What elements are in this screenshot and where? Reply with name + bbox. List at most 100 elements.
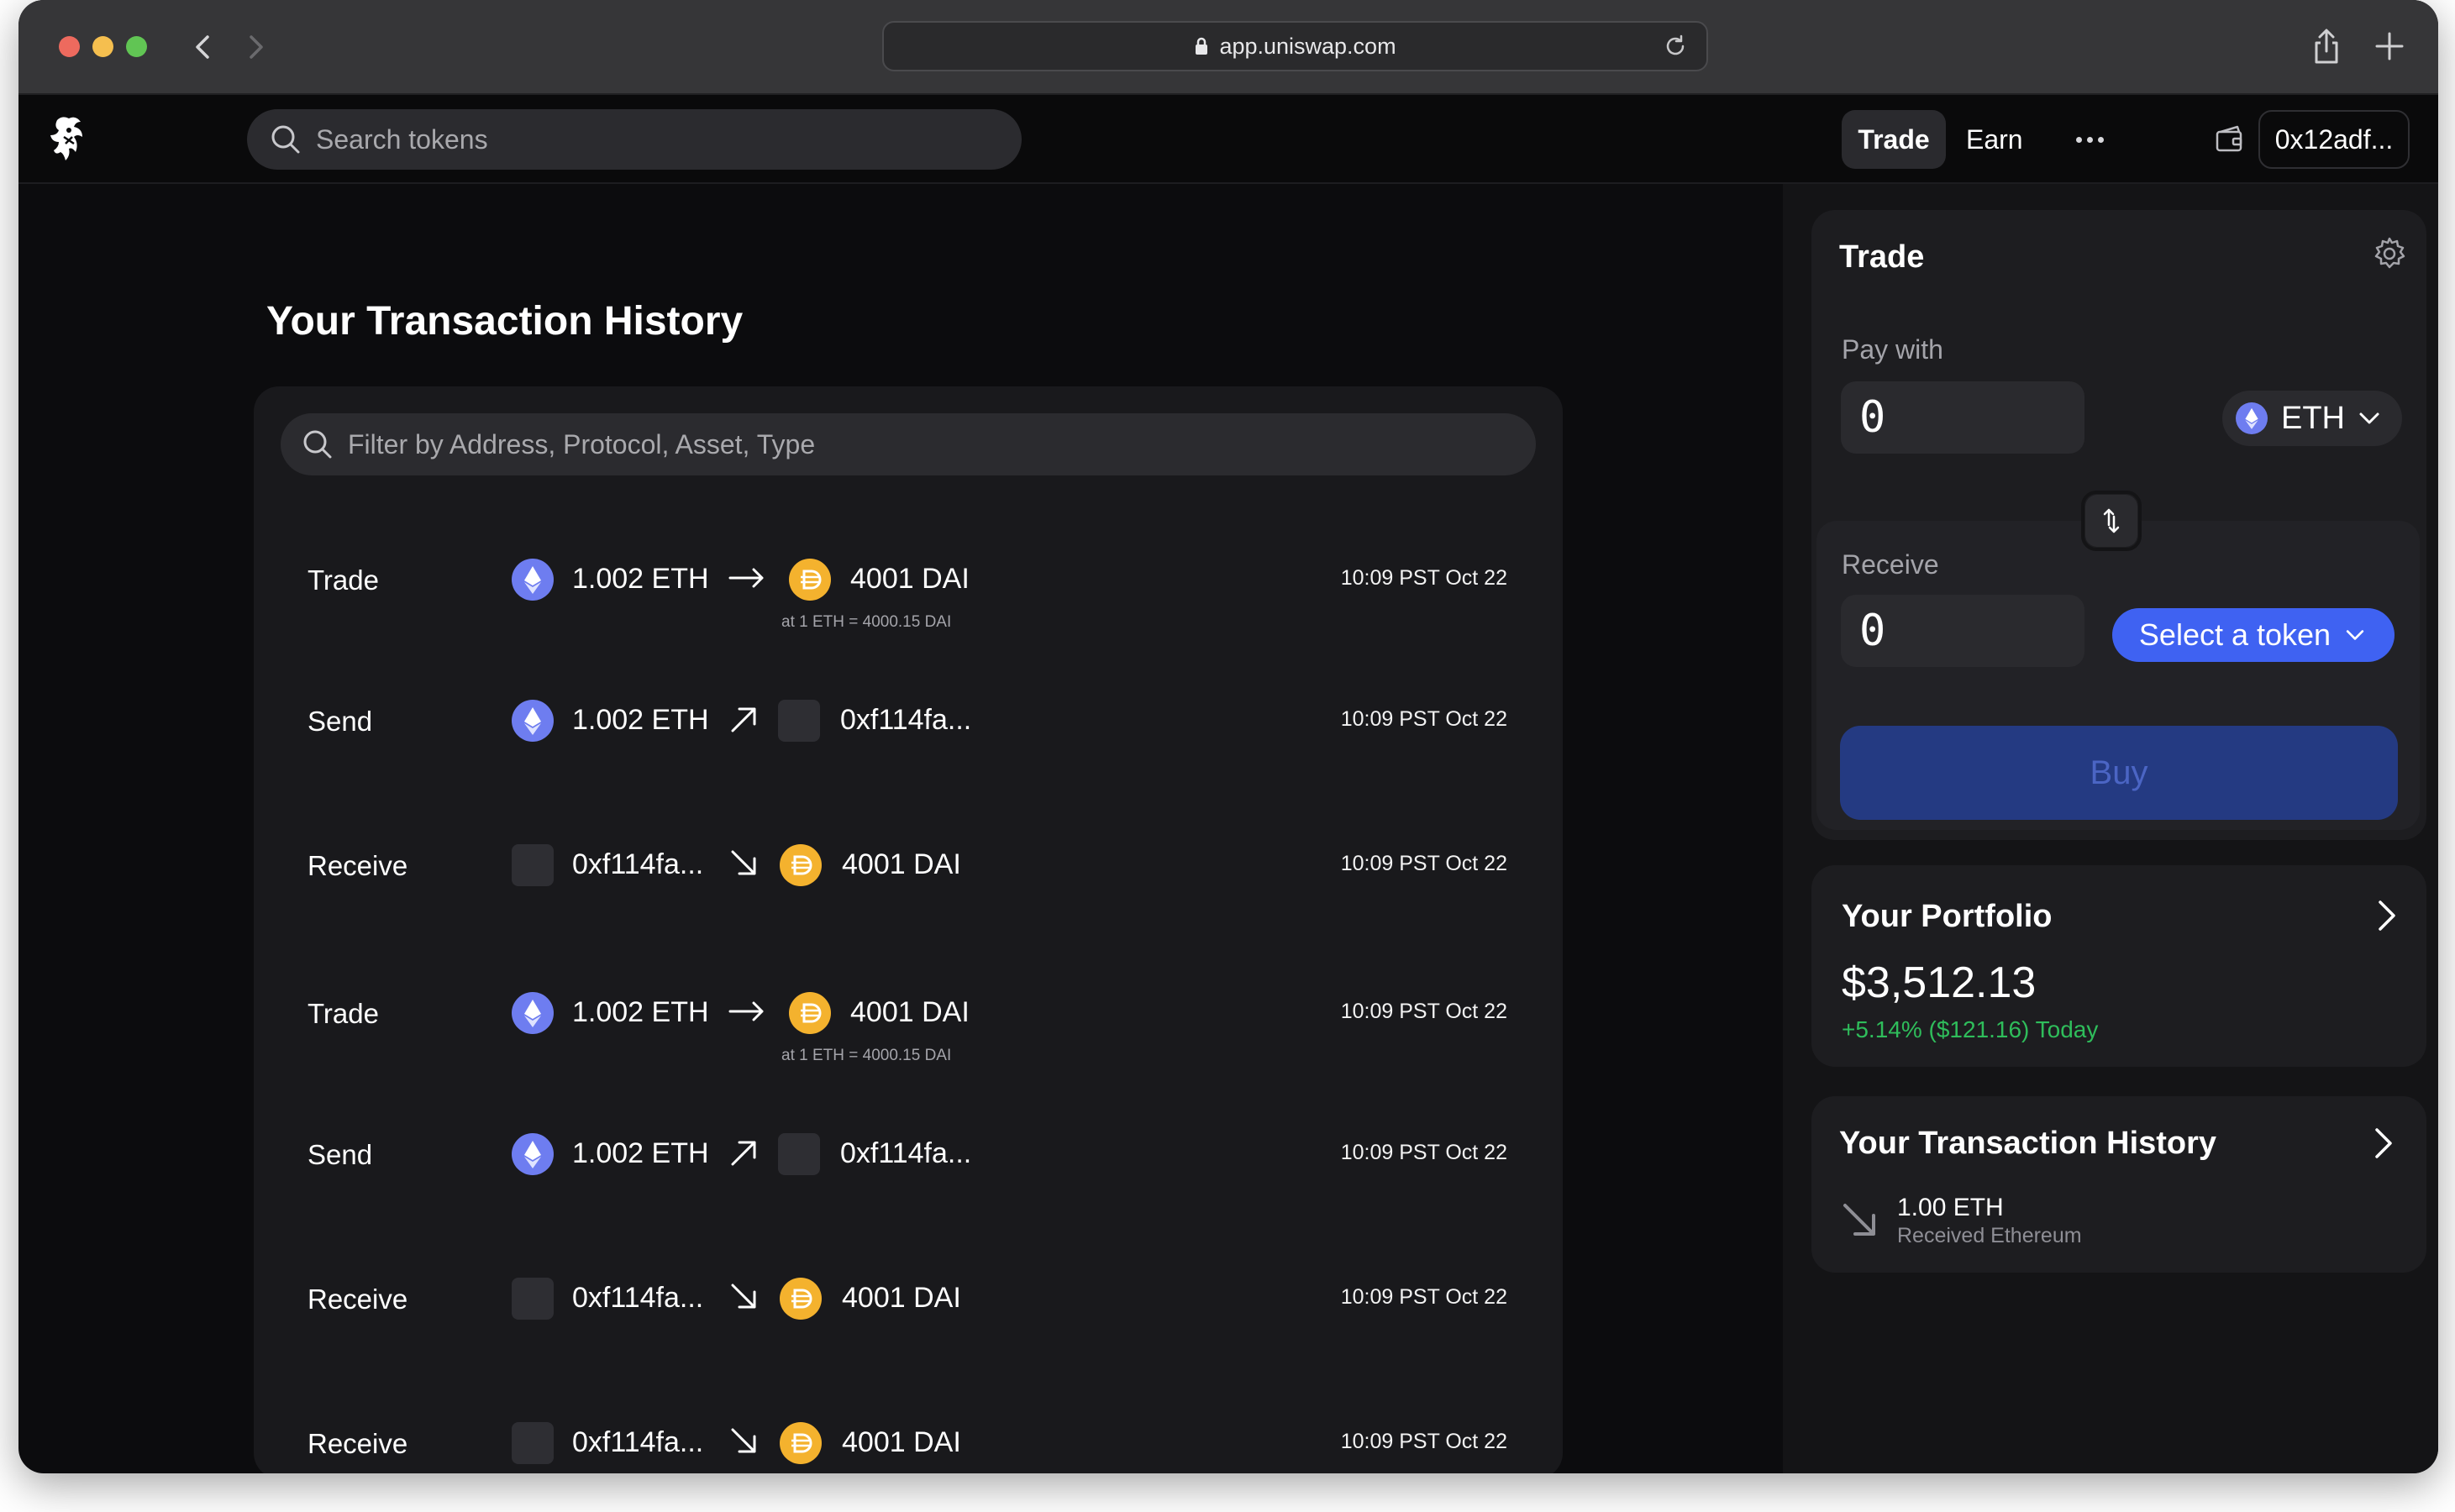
arrow-up-right-icon [731,707,756,732]
transaction-time: 10:09 PST Oct 22 [1340,1141,1507,1164]
token-search-bar[interactable]: Search tokens [247,109,1022,170]
history-card-title: Your Transaction History [1839,1126,2217,1161]
transaction-type: Receive [308,1284,408,1315]
eth-token-icon [512,992,554,1034]
from-address: 0xf114fa... [572,1426,704,1458]
transaction-history-card[interactable]: Your Transaction History 1.00 ETH Receiv… [1811,1096,2426,1273]
close-window-button[interactable] [59,36,80,57]
portfolio-value: $3,512.13 [1842,958,2037,1007]
from-amount: 1.002 ETH [572,563,709,595]
exchange-rate: at 1 ETH = 4000.15 DAI [781,613,952,631]
transaction-type: Receive [308,850,408,881]
app-header: Search tokens Trade Earn 0x12adf... [18,95,2438,184]
browser-toolbar: app.uniswap.com [18,0,2438,95]
nav-trade-tab[interactable]: Trade [1842,110,1946,169]
browser-window: app.uniswap.com Search tokens Trade Earn… [18,0,2438,1473]
transaction-time: 10:09 PST Oct 22 [1340,852,1507,875]
wallet-icon[interactable] [2213,123,2247,156]
zoom-window-button[interactable] [126,36,147,57]
address-avatar [778,700,820,742]
transaction-row[interactable]: Receive 0xf114fa... 4001 DAI 10:09 PST O… [254,1258,1563,1342]
lock-icon [1196,37,1208,55]
from-amount: 1.002 ETH [572,996,709,1028]
transaction-row[interactable]: Send 1.002 ETH 0xf114fa... 10:09 PST Oct… [254,680,1563,764]
transaction-type: Trade [308,998,379,1029]
reload-icon[interactable] [1663,34,1688,59]
portfolio-card[interactable]: Your Portfolio $3,512.13 +5.14% ($121.16… [1811,865,2426,1067]
share-icon[interactable] [2310,28,2343,65]
address-avatar [512,1422,554,1464]
to-amount: 4001 DAI [850,563,970,595]
exchange-rate: at 1 ETH = 4000.15 DAI [781,1047,952,1064]
eth-token-icon [512,559,554,601]
to-amount: 4001 DAI [842,848,961,880]
to-address: 0xf114fa... [840,704,972,736]
transaction-filter-input[interactable]: Filter by Address, Protocol, Asset, Type [281,413,1536,475]
pay-amount-input[interactable]: 0 [1841,381,2084,454]
swap-arrows-icon [2103,508,2120,533]
receive-amount-input[interactable]: 0 [1841,595,2084,667]
dai-token-icon [780,1278,822,1320]
latest-transaction-description: Received Ethereum [1897,1224,2082,1247]
more-options-icon[interactable] [2069,120,2111,159]
filter-placeholder: Filter by Address, Protocol, Asset, Type [348,428,816,459]
arrow-right-icon [728,568,764,588]
dai-token-icon [789,992,831,1034]
dai-token-icon [789,559,831,601]
transaction-row[interactable]: Receive 0xf114fa... 4001 DAI 10:09 PST O… [254,825,1563,909]
url-text: app.uniswap.com [1219,33,1396,59]
uniswap-logo-icon[interactable] [45,112,92,165]
transaction-row[interactable]: Receive 0xf114fa... 4001 DAI 10:09 PST O… [254,1403,1563,1473]
select-token-label: Select a token [2138,617,2331,652]
from-address: 0xf114fa... [572,848,704,880]
transaction-type: Send [308,706,373,737]
gear-icon[interactable] [2371,235,2408,272]
address-bar[interactable]: app.uniswap.com [882,21,1708,71]
from-amount: 1.002 ETH [572,704,709,736]
transaction-type: Trade [308,564,379,596]
chevron-right-icon[interactable] [2364,1125,2401,1162]
transaction-type: Send [308,1139,373,1170]
swap-direction-button[interactable] [2081,491,2142,551]
eth-token-icon [512,700,554,742]
portfolio-change: +5.14% ($121.16) Today [1842,1016,2099,1042]
transaction-row[interactable]: Trade 1.002 ETH 4001 DAI at 1 ETH = 4000… [254,539,1563,631]
back-arrow-icon[interactable] [187,30,220,64]
arrow-down-right-icon [1843,1204,1875,1236]
transaction-time: 10:09 PST Oct 22 [1340,1000,1507,1023]
nav-earn-tab[interactable]: Earn [1966,110,2023,169]
receive-label: Receive [1842,549,1939,580]
trade-widget: Trade Pay with 0 ETH Receive 0 Select a … [1811,210,2426,840]
to-amount: 4001 DAI [842,1282,961,1314]
eth-token-icon [2236,402,2268,434]
new-tab-icon[interactable] [2374,30,2405,62]
chevron-down-icon [2359,412,2379,424]
arrow-up-right-icon [731,1141,756,1166]
dai-token-icon [780,1422,822,1464]
address-avatar [512,844,554,886]
transaction-row[interactable]: Trade 1.002 ETH 4001 DAI at 1 ETH = 4000… [254,973,1563,1064]
latest-transaction-amount: 1.00 ETH [1897,1194,2004,1221]
wallet-address-button[interactable]: 0x12adf... [2258,110,2410,169]
select-token-button[interactable]: Select a token [2112,608,2395,662]
to-address: 0xf114fa... [840,1137,972,1169]
transaction-time: 10:09 PST Oct 22 [1340,1430,1507,1453]
transaction-time: 10:09 PST Oct 22 [1340,707,1507,731]
transaction-row[interactable]: Send 1.002 ETH 0xf114fa... 10:09 PST Oct… [254,1114,1563,1198]
pay-with-label: Pay with [1842,334,1943,365]
forward-arrow-icon[interactable] [239,30,272,64]
buy-button[interactable]: Buy [1840,726,2398,820]
address-avatar [512,1278,554,1320]
to-amount: 4001 DAI [850,996,970,1028]
transaction-time: 10:09 PST Oct 22 [1340,1285,1507,1309]
search-icon [271,125,300,154]
page-title: Your Transaction History [266,299,744,344]
search-placeholder: Search tokens [316,123,488,155]
arrow-down-right-icon [731,1284,756,1309]
pay-token-selector[interactable]: ETH [2222,391,2402,446]
arrow-down-right-icon [731,850,756,875]
transaction-history-panel: Filter by Address, Protocol, Asset, Type… [254,386,1563,1473]
chevron-right-icon[interactable] [2368,897,2405,934]
dai-token-icon [780,844,822,886]
minimize-window-button[interactable] [92,36,113,57]
